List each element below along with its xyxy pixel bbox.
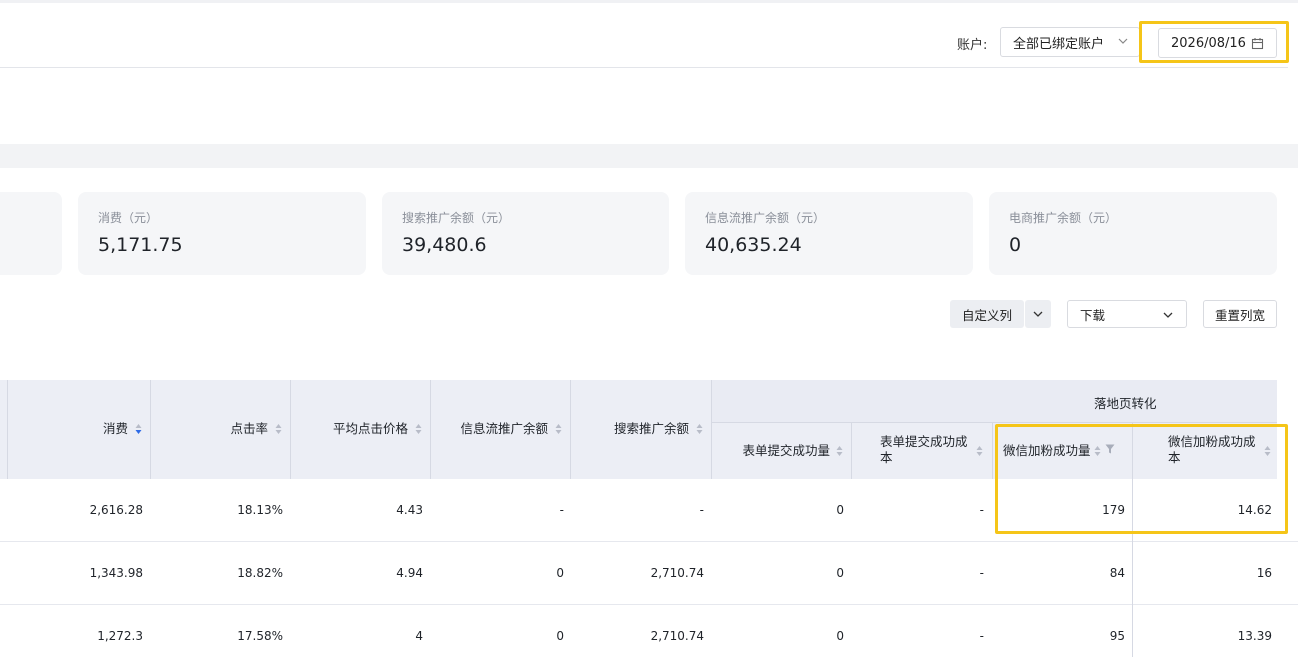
group-divider [711, 422, 1277, 423]
cell-feed-balance: - [559, 503, 564, 517]
cell-feed-balance: 0 [556, 566, 564, 580]
cell-search-balance: 2,710.74 [650, 629, 704, 643]
cell-form-submit-cost: - [979, 629, 984, 643]
filter-icon[interactable] [1105, 444, 1115, 454]
cell-spend: 2,616.28 [89, 503, 143, 517]
reset-column-width-button[interactable]: 重置列宽 [1203, 300, 1277, 328]
download-label: 下载 [1080, 307, 1106, 323]
cell-avg-cpc: 4 [415, 629, 423, 643]
sort-icon[interactable] [1264, 445, 1271, 457]
account-select[interactable]: 全部已绑定账户 [1000, 27, 1140, 57]
cell-form-submit-count: 0 [836, 566, 844, 580]
column-divider [570, 380, 571, 479]
column-divider [1132, 479, 1133, 657]
column-divider [711, 380, 712, 479]
cell-form-submit-cost: - [979, 566, 984, 580]
column-header-ctr[interactable]: 点击率 [170, 421, 268, 437]
chevron-down-icon [1163, 312, 1173, 318]
column-header-spend[interactable]: 消费 [30, 421, 128, 437]
section-band [0, 144, 1298, 168]
cell-search-balance: 2,710.74 [650, 566, 704, 580]
sort-descending-icon[interactable] [135, 423, 142, 435]
cell-wechat-follow-cost: 13.39 [1237, 629, 1272, 643]
column-divider [290, 380, 291, 479]
summary-card-partial [0, 192, 62, 275]
cell-wechat-follow-count: 84 [1109, 566, 1125, 580]
cell-ctr: 18.82% [237, 566, 283, 580]
cell-spend: 1,343.98 [89, 566, 143, 580]
card-value: 5,171.75 [98, 234, 183, 256]
card-label: 消费（元） [98, 211, 159, 225]
cell-form-submit-count: 0 [836, 629, 844, 643]
cell-feed-balance: 0 [556, 629, 564, 643]
chevron-down-icon [1118, 38, 1128, 44]
column-header-wechat-follow-count[interactable]: 微信加粉成功量 [1003, 443, 1095, 459]
cell-spend: 1,272.3 [97, 629, 143, 643]
cell-ctr: 17.58% [237, 629, 283, 643]
column-divider [430, 380, 431, 479]
table-group-header [711, 380, 1277, 422]
sort-icon[interactable] [976, 445, 983, 457]
column-header-wechat-follow-cost[interactable]: 微信加粉成功成本 [1168, 434, 1258, 466]
card-label: 搜索推广余额（元） [402, 211, 511, 225]
cell-wechat-follow-count: 179 [1102, 503, 1125, 517]
row-divider [0, 541, 1298, 542]
sort-icon[interactable] [696, 423, 703, 435]
column-header-form-submit-count[interactable]: 表单提交成功量 [720, 443, 830, 459]
column-header-form-submit-cost[interactable]: 表单提交成功成本 [880, 434, 968, 466]
cell-avg-cpc: 4.94 [396, 566, 423, 580]
column-header-feed-balance[interactable]: 信息流推广余额 [440, 421, 548, 437]
cell-wechat-follow-count: 95 [1109, 629, 1125, 643]
summary-card-ecommerce-balance: 电商推广余额（元） 0 [989, 192, 1277, 275]
sort-icon[interactable] [1094, 445, 1101, 457]
sort-icon[interactable] [836, 445, 843, 457]
cell-form-submit-cost: - [979, 503, 984, 517]
column-divider [851, 422, 852, 479]
sort-icon[interactable] [555, 423, 562, 435]
cell-ctr: 18.13% [237, 503, 283, 517]
download-select[interactable]: 下载 [1067, 300, 1187, 328]
sort-icon[interactable] [275, 423, 282, 435]
cell-search-balance: - [699, 503, 704, 517]
group-title: 落地页转化 [1094, 396, 1157, 411]
calendar-icon [1251, 38, 1264, 50]
sort-icon[interactable] [415, 423, 422, 435]
column-divider [992, 422, 993, 479]
column-divider [1132, 422, 1133, 479]
account-select-value: 全部已绑定账户 [1013, 36, 1105, 52]
card-label: 电商推广余额（元） [1009, 211, 1118, 225]
account-label: 账户: [957, 38, 988, 53]
row-divider [0, 604, 1298, 605]
top-border [0, 0, 1298, 3]
summary-card-spend: 消费（元） 5,171.75 [78, 192, 366, 275]
custom-columns-button[interactable]: 自定义列 [950, 300, 1024, 328]
card-label: 信息流推广余额（元） [705, 211, 826, 225]
chevron-down-icon [1033, 311, 1043, 317]
cell-form-submit-count: 0 [836, 503, 844, 517]
cell-avg-cpc: 4.43 [396, 503, 423, 517]
cell-wechat-follow-cost: 16 [1256, 566, 1272, 580]
date-value: 2026/08/16 [1171, 35, 1246, 51]
card-value: 0 [1009, 234, 1022, 256]
header-divider [0, 67, 1288, 68]
summary-card-search-balance: 搜索推广余额（元） 39,480.6 [382, 192, 669, 275]
card-value: 40,635.24 [705, 234, 802, 256]
cell-wechat-follow-cost: 14.62 [1237, 503, 1272, 517]
column-header-avg-cpc[interactable]: 平均点击价格 [300, 421, 408, 437]
column-header-search-balance[interactable]: 搜索推广余额 [580, 421, 689, 437]
summary-card-feed-balance: 信息流推广余额（元） 40,635.24 [685, 192, 973, 275]
column-divider [7, 380, 8, 479]
column-divider [150, 380, 151, 479]
date-picker[interactable]: 2026/08/16 [1158, 28, 1277, 58]
custom-columns-dropdown-button[interactable] [1025, 300, 1051, 328]
card-value: 39,480.6 [402, 234, 487, 256]
